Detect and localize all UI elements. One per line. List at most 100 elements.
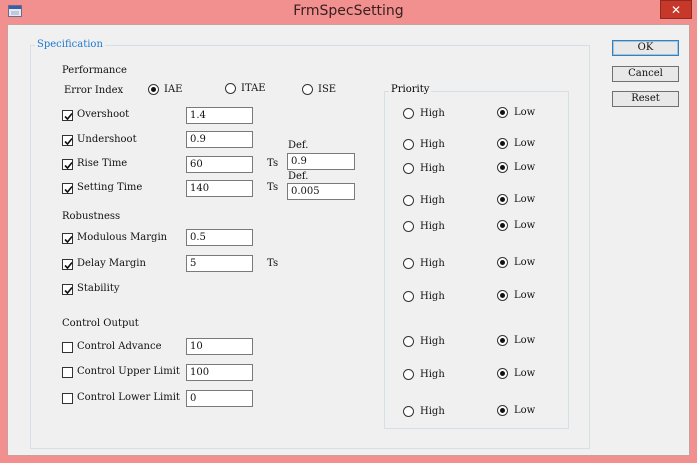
control-output-heading: Control Output (62, 318, 139, 329)
priority-low-radio[interactable] (497, 290, 508, 301)
priority-high-radio[interactable] (403, 258, 414, 269)
client-area: Specification Performance Error Index IA… (7, 24, 690, 456)
ok-button[interactable]: OK (612, 40, 679, 56)
control-lower-limit-checkbox[interactable] (62, 393, 73, 404)
priority-high-label: High (420, 369, 445, 380)
priority-low-label: Low (514, 368, 536, 379)
priority-low-radio[interactable] (497, 138, 508, 149)
error-index-itae-radio[interactable] (225, 83, 236, 94)
setting-time-def-label: Def. (288, 171, 309, 182)
error-index-ise-label: ISE (318, 84, 337, 95)
rise-time-def-label: Def. (288, 140, 309, 151)
priority-high-label: High (420, 406, 445, 417)
close-button[interactable]: ✕ (660, 0, 692, 19)
priority-low-radio[interactable] (497, 194, 508, 205)
performance-heading: Performance (62, 65, 127, 76)
control-advance-label: Control Advance (77, 341, 162, 352)
overshoot-input[interactable]: 1.4 (186, 107, 253, 124)
rise-time-label: Rise Time (77, 158, 128, 169)
undershoot-label: Undershoot (77, 134, 137, 145)
priority-low-radio[interactable] (497, 405, 508, 416)
check-icon (64, 185, 73, 194)
cancel-button[interactable]: Cancel (612, 66, 679, 82)
error-index-ise-radio[interactable] (302, 84, 313, 95)
priority-low-label: Low (514, 162, 536, 173)
window-title: FrmSpecSetting (293, 3, 404, 19)
overshoot-checkbox[interactable] (62, 110, 73, 121)
rise-time-unit: Ts (267, 158, 279, 169)
priority-high-radio[interactable] (403, 336, 414, 347)
check-icon (64, 137, 73, 146)
priority-high-label: High (420, 336, 445, 347)
priority-high-label: High (420, 139, 445, 150)
priority-high-radio[interactable] (403, 139, 414, 150)
setting-time-label: Setting Time (77, 182, 143, 193)
priority-high-radio[interactable] (403, 195, 414, 206)
priority-high-label: High (420, 108, 445, 119)
priority-low-label: Low (514, 107, 536, 118)
priority-low-radio[interactable] (497, 335, 508, 346)
priority-high-label: High (420, 163, 445, 174)
priority-low-label: Low (514, 290, 536, 301)
control-upper-limit-label: Control Upper Limit (77, 366, 180, 377)
priority-high-radio[interactable] (403, 369, 414, 380)
robustness-heading: Robustness (62, 211, 121, 222)
control-lower-limit-input[interactable]: 0 (186, 390, 253, 407)
undershoot-input[interactable]: 0.9 (186, 131, 253, 148)
setting-time-checkbox[interactable] (62, 183, 73, 194)
modulous-margin-checkbox[interactable] (62, 233, 73, 244)
overshoot-label: Overshoot (77, 109, 130, 120)
error-index-iae-radio[interactable] (148, 84, 159, 95)
priority-legend: Priority (389, 84, 432, 96)
control-upper-limit-input[interactable]: 100 (186, 364, 253, 381)
priority-low-label: Low (514, 138, 536, 149)
rise-time-def-input[interactable]: 0.9 (287, 153, 355, 170)
error-index-iae-label: IAE (164, 84, 183, 95)
control-lower-limit-label: Control Lower Limit (77, 392, 180, 403)
check-icon (64, 161, 73, 170)
rise-time-input[interactable]: 60 (186, 156, 253, 173)
error-index-label: Error Index (64, 85, 124, 96)
priority-low-label: Low (514, 405, 536, 416)
delay-margin-unit: Ts (267, 258, 279, 269)
delay-margin-label: Delay Margin (77, 258, 146, 269)
priority-low-radio[interactable] (497, 220, 508, 231)
priority-low-label: Low (514, 194, 536, 205)
priority-high-label: High (420, 221, 445, 232)
priority-high-label: High (420, 291, 445, 302)
rise-time-checkbox[interactable] (62, 159, 73, 170)
setting-time-unit: Ts (267, 182, 279, 193)
control-advance-checkbox[interactable] (62, 342, 73, 353)
priority-high-label: High (420, 195, 445, 206)
control-advance-input[interactable]: 10 (186, 338, 253, 355)
specification-legend: Specification (35, 39, 105, 51)
priority-high-radio[interactable] (403, 163, 414, 174)
priority-low-radio[interactable] (497, 162, 508, 173)
priority-high-radio[interactable] (403, 221, 414, 232)
reset-button[interactable]: Reset (612, 91, 679, 107)
priority-low-label: Low (514, 335, 536, 346)
priority-low-radio[interactable] (497, 368, 508, 379)
priority-high-radio[interactable] (403, 406, 414, 417)
setting-time-def-input[interactable]: 0.005 (287, 183, 355, 200)
priority-high-label: High (420, 258, 445, 269)
modulous-margin-input[interactable]: 0.5 (186, 229, 253, 246)
priority-low-label: Low (514, 220, 536, 231)
priority-high-radio[interactable] (403, 108, 414, 119)
check-icon (64, 235, 73, 244)
spec-setting-window: FrmSpecSetting ✕ Specification Performan… (0, 0, 697, 463)
check-icon (64, 286, 73, 295)
title-bar[interactable]: FrmSpecSetting ✕ (0, 0, 697, 24)
setting-time-input[interactable]: 140 (186, 180, 253, 197)
stability-checkbox[interactable] (62, 284, 73, 295)
delay-margin-input[interactable]: 5 (186, 255, 253, 272)
priority-low-radio[interactable] (497, 257, 508, 268)
undershoot-checkbox[interactable] (62, 135, 73, 146)
control-upper-limit-checkbox[interactable] (62, 367, 73, 378)
delay-margin-checkbox[interactable] (62, 259, 73, 270)
priority-high-radio[interactable] (403, 291, 414, 302)
check-icon (64, 112, 73, 121)
priority-low-radio[interactable] (497, 107, 508, 118)
stability-label: Stability (77, 283, 120, 294)
priority-low-label: Low (514, 257, 536, 268)
